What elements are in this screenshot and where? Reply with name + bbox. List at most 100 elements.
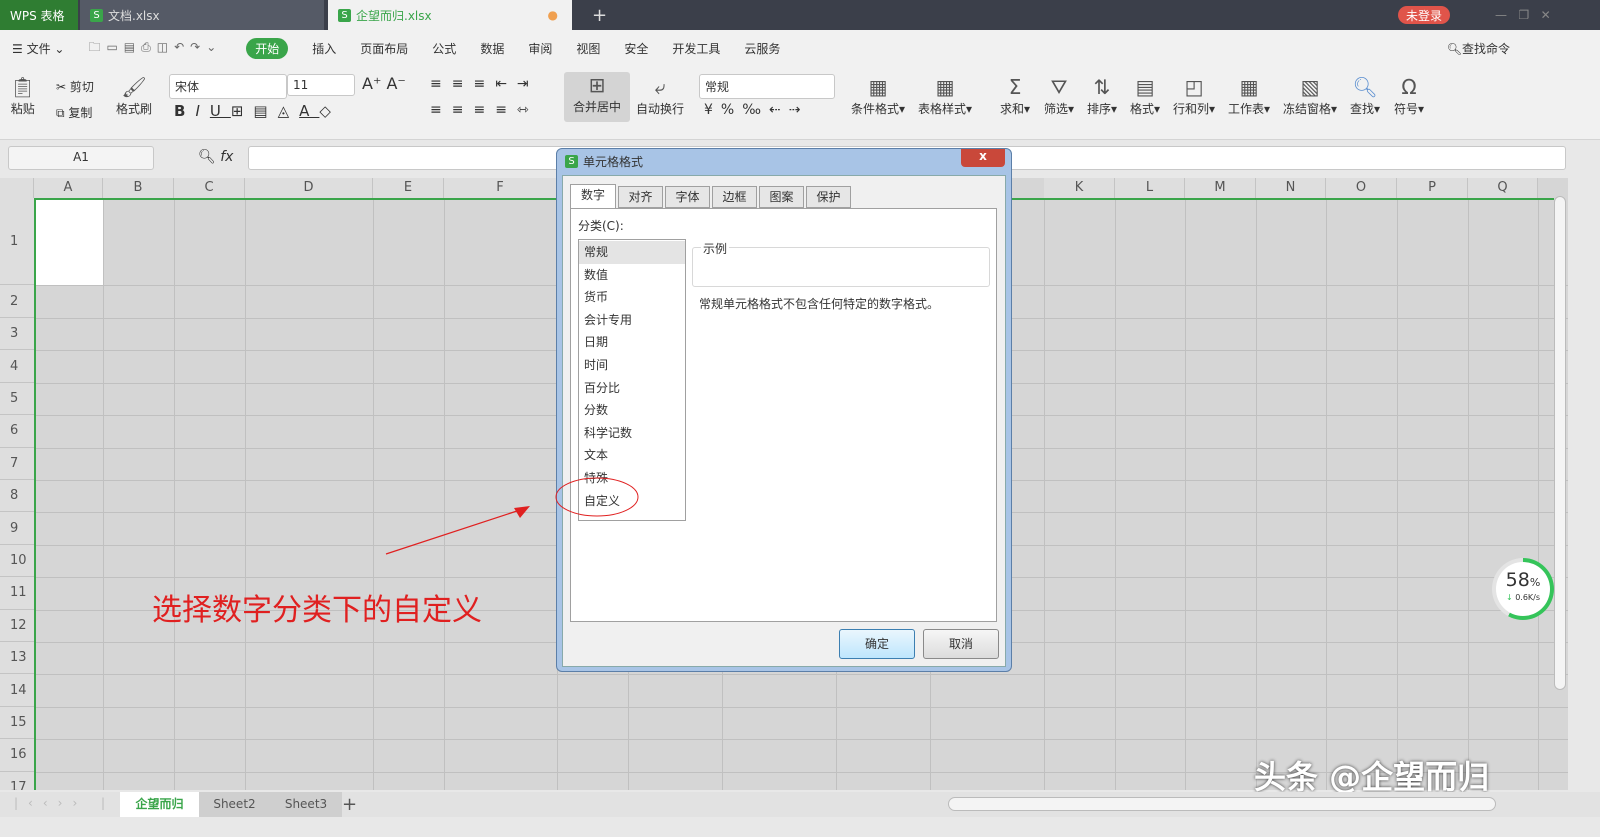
menu-home[interactable]: 开始 (246, 37, 289, 59)
rowcol-button[interactable]: ◰ 行和列▾ (1173, 74, 1215, 117)
menu-formula[interactable]: 公式 (432, 40, 456, 57)
menu-view[interactable]: 视图 (576, 40, 600, 57)
row-header[interactable]: 12 (0, 609, 34, 642)
name-box[interactable]: A1 (8, 146, 154, 170)
category-item[interactable]: 文本 (579, 444, 685, 467)
cancel-button[interactable]: 取消 (923, 629, 999, 659)
login-button[interactable]: 未登录 (1398, 6, 1451, 24)
add-sheet-button[interactable]: + (342, 792, 357, 817)
column-header[interactable]: M (1185, 178, 1256, 198)
zoom-fn-icon[interactable]: 🔍︎ fx (198, 149, 233, 165)
column-header[interactable]: P (1397, 178, 1468, 198)
font-style-buttons[interactable]: BIU⊞▤◬A◇ (174, 102, 341, 120)
column-header[interactable]: F (444, 178, 557, 198)
format-painter-button[interactable]: 🖌︎ 格式刷 (116, 74, 152, 117)
align-buttons[interactable]: ≡≡≡⇤⇥ (430, 76, 539, 92)
font-select[interactable]: 宋体 (169, 74, 287, 99)
wrap-text-button[interactable]: ⤶ 自动换行 (636, 74, 684, 117)
row-header[interactable]: 15 (0, 706, 34, 740)
tab-active[interactable]: S 企望而归.xlsx ● (328, 0, 572, 30)
cut-button[interactable]: ✂ 剪切 (56, 78, 94, 95)
column-header[interactable]: Q (1468, 178, 1538, 198)
tab-align[interactable]: 对齐 (618, 186, 663, 208)
category-item[interactable]: 会计专用 (579, 309, 685, 332)
row-header[interactable]: 14 (0, 674, 34, 707)
filter-button[interactable]: ⛛ 筛选▾ (1044, 74, 1074, 117)
number-format-select[interactable]: 常规 (699, 74, 835, 99)
sheet-tab-2[interactable]: Sheet2 (199, 792, 270, 817)
row-header[interactable]: 1 (0, 198, 34, 285)
category-item[interactable]: 百分比 (579, 377, 685, 400)
vertical-scrollbar[interactable] (1554, 196, 1566, 690)
sheet-nav-arrows[interactable]: |‹‹›› | (14, 796, 115, 810)
category-item[interactable]: 科学记数 (579, 422, 685, 445)
sheet-tab-3[interactable]: Sheet3 (270, 792, 342, 817)
selected-cell-a1[interactable] (34, 198, 103, 285)
menu-cloud[interactable]: 云服务 (744, 40, 780, 57)
row-header[interactable]: 13 (0, 642, 34, 675)
number-buttons[interactable]: ¥%‰⇠⇢ (704, 102, 808, 118)
menu-security[interactable]: 安全 (624, 40, 648, 57)
menu-dev[interactable]: 开发工具 (672, 40, 720, 57)
paste-button[interactable]: 📋︎ 粘贴 (10, 74, 35, 117)
column-header[interactable]: E (373, 178, 444, 198)
tab-number[interactable]: 数字 (570, 184, 616, 209)
row-header[interactable]: 2 (0, 285, 34, 318)
file-menu[interactable]: ☰ 文件 ⌄ (12, 40, 64, 57)
quick-access-icons[interactable]: 🗀▭▤⎙◫↶↷⌄ (88, 38, 222, 59)
row-header[interactable]: 11 (0, 577, 34, 610)
search-command[interactable]: 🔍︎查找命令 (1447, 40, 1510, 57)
column-header[interactable]: O (1326, 178, 1397, 198)
select-all[interactable] (0, 178, 34, 198)
category-item[interactable]: 时间 (579, 354, 685, 377)
column-header[interactable]: A (34, 178, 103, 198)
category-item[interactable]: 货币 (579, 286, 685, 309)
row-header[interactable]: 3 (0, 318, 34, 351)
sheet-tab-active[interactable]: 企望而归 (120, 792, 199, 817)
freeze-button[interactable]: ▧ 冻结窗格▾ (1283, 74, 1337, 117)
sort-button[interactable]: ⇅ 排序▾ (1087, 74, 1117, 117)
find-button[interactable]: 🔍︎ 查找▾ (1350, 74, 1380, 117)
tab-font[interactable]: 字体 (665, 186, 710, 208)
menu-insert[interactable]: 插入 (312, 40, 336, 57)
horizontal-scrollbar[interactable] (948, 797, 1496, 811)
menu-data[interactable]: 数据 (480, 40, 504, 57)
row-header[interactable]: 8 (0, 480, 34, 513)
tab-border[interactable]: 边框 (712, 186, 757, 208)
column-header[interactable]: C (174, 178, 245, 198)
row-header[interactable]: 4 (0, 350, 34, 383)
tab-pattern[interactable]: 图案 (759, 186, 804, 208)
tab-doc[interactable]: S 文档.xlsx (80, 0, 324, 30)
column-header[interactable]: N (1256, 178, 1326, 198)
network-speed-widget[interactable]: 58% ↓ 0.6K/s (1492, 558, 1554, 620)
tab-protect[interactable]: 保护 (806, 186, 851, 208)
row-header[interactable]: 9 (0, 512, 34, 545)
copy-button[interactable]: ⧉ 复制 (56, 104, 92, 121)
worksheet-button[interactable]: ▦ 工作表▾ (1228, 74, 1270, 117)
row-header[interactable]: 10 (0, 544, 34, 578)
cond-format-button[interactable]: ▦ 条件格式▾ (851, 74, 905, 117)
table-style-button[interactable]: ▦ 表格样式▾ (918, 74, 972, 117)
row-header[interactable]: 7 (0, 447, 34, 480)
column-header[interactable]: D (245, 178, 373, 198)
font-size-select[interactable]: 11 (287, 74, 355, 96)
column-header[interactable]: B (103, 178, 174, 198)
row-header[interactable]: 6 (0, 415, 34, 448)
row-header[interactable]: 5 (0, 382, 34, 416)
row-header[interactable]: 17 (0, 771, 34, 790)
window-controls[interactable]: — ❐ ✕ (1485, 0, 1551, 30)
row-header[interactable]: 16 (0, 739, 34, 772)
font-grow-shrink[interactable]: A⁺ A⁻ (362, 74, 406, 93)
menu-layout[interactable]: 页面布局 (360, 40, 408, 57)
sum-button[interactable]: Σ 求和▾ (1000, 74, 1030, 117)
category-item[interactable]: 日期 (579, 331, 685, 354)
category-item[interactable]: 分数 (579, 399, 685, 422)
halign-buttons[interactable]: ≡≡≡≡⇿ (430, 102, 539, 118)
ok-button[interactable]: 确定 (839, 629, 915, 659)
menu-review[interactable]: 审阅 (528, 40, 552, 57)
category-item[interactable]: 数值 (579, 264, 685, 287)
category-item[interactable]: 常规 (579, 241, 685, 264)
new-tab-button[interactable]: + (582, 0, 607, 30)
column-header[interactable]: K (1044, 178, 1115, 198)
merge-center-button[interactable]: ⊞ 合并居中 (564, 72, 630, 122)
